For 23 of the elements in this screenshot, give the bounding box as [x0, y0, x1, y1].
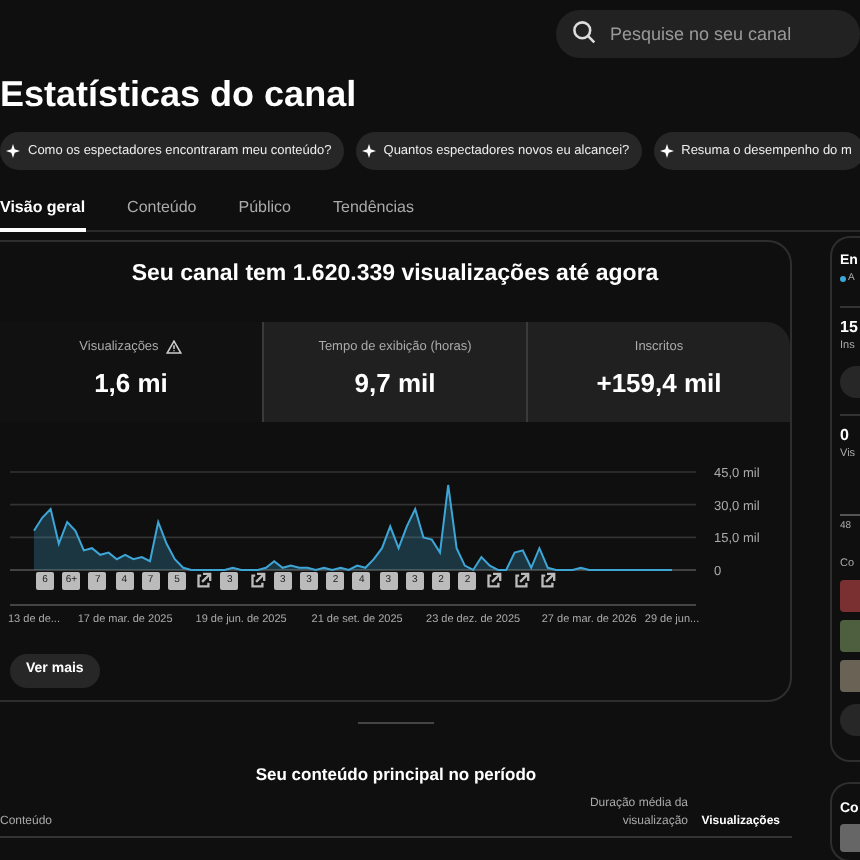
stat-value: 15	[840, 317, 860, 337]
tab[interactable]: Público	[238, 186, 291, 232]
link-icon[interactable]	[247, 572, 266, 590]
link-icon[interactable]	[511, 572, 530, 590]
tab[interactable]: Visão geral	[0, 186, 86, 232]
search-field[interactable]: Pesquise no seu canal	[556, 10, 860, 58]
views-headline: Seu canal tem 1.620.339 visualizações até agora	[129, 260, 661, 290]
link-icon[interactable]	[537, 572, 556, 590]
metric-value: 1,6 mi	[94, 365, 168, 402]
metric-value: +159,4 mil	[596, 365, 722, 402]
page-title: Estatísticas do canal	[0, 72, 359, 118]
search-icon	[572, 20, 596, 44]
section-title: Seu conteúdo principal no período	[253, 764, 539, 786]
tab[interactable]: Tendências	[333, 186, 414, 232]
metric-value: 9,7 mil	[354, 365, 436, 402]
link-icon[interactable]	[194, 572, 213, 590]
sparkle-icon	[659, 144, 674, 158]
sparkle-icon	[6, 144, 20, 158]
tab[interactable]: Conteúdo	[127, 186, 197, 232]
drag-handle	[358, 722, 434, 724]
sparkle-icon	[361, 144, 376, 158]
link-icon[interactable]	[484, 572, 503, 590]
stat-value: 0	[840, 425, 851, 446]
